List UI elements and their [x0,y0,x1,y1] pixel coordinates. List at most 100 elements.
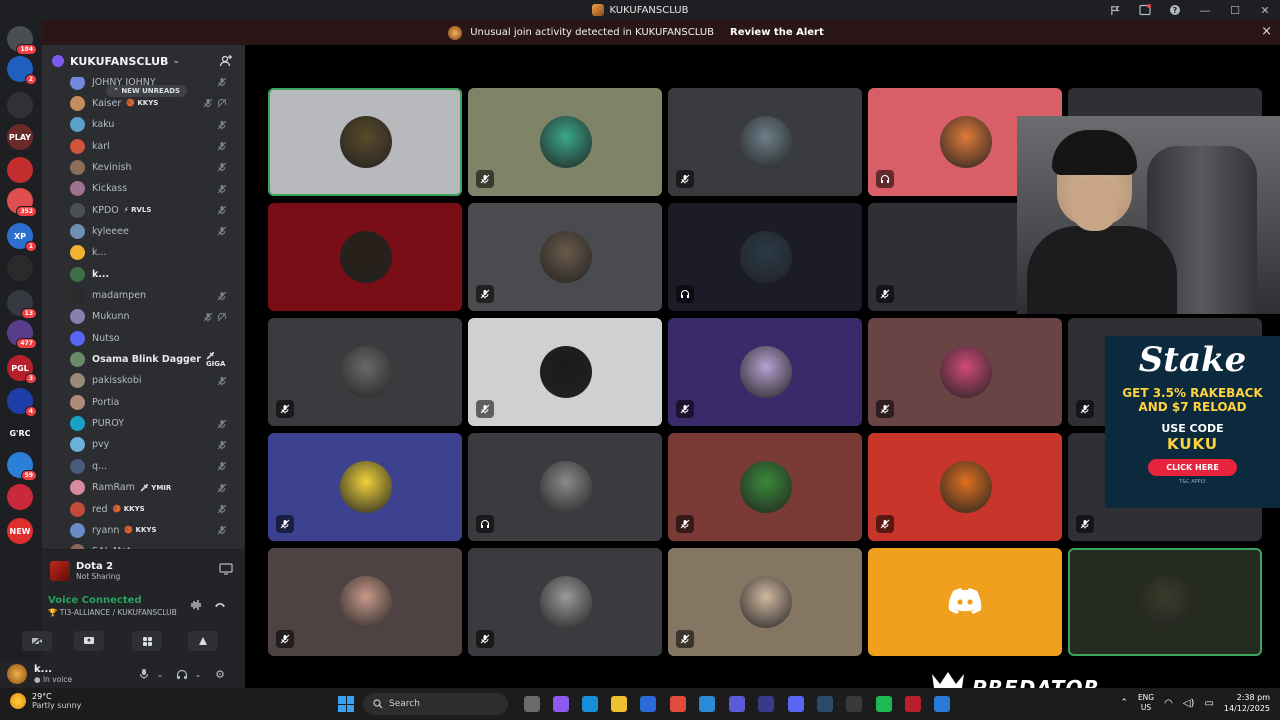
language-indicator[interactable]: ENG US [1138,693,1154,713]
server-rail-item[interactable]: PLAY [7,124,33,150]
disconnect-icon[interactable] [214,599,226,611]
wifi-icon[interactable]: ◠ [1164,698,1173,709]
soundboard-button[interactable] [188,631,218,651]
ad-click-button[interactable]: CLICK HERE [1148,459,1237,476]
participant-tile[interactable] [868,433,1062,541]
vpn-icon[interactable] [846,696,862,712]
participant-tile[interactable] [468,88,662,196]
voice-member-row[interactable]: pvy [70,435,235,455]
gear-icon[interactable]: ⚙ [212,666,228,682]
new-unreads-pill[interactable]: ⌃ NEW UNREADS [106,85,188,97]
voice-member-row[interactable]: KPDO ⚡ RVLS [70,200,235,220]
participant-tile[interactable] [868,318,1062,426]
voice-member-row[interactable]: Nutso [70,328,235,348]
participant-tile[interactable] [268,203,462,311]
mail-icon[interactable] [699,696,715,712]
server-rail-item[interactable]: 2 [7,56,37,85]
voice-member-row[interactable]: q... [70,456,235,476]
participant-tile[interactable] [668,318,862,426]
store-icon[interactable] [640,696,656,712]
server-rail-item[interactable] [7,255,33,281]
camera-off-button[interactable] [22,631,52,651]
voice-member-row[interactable]: Kevinish [70,157,235,177]
voice-member-row[interactable]: kaku [70,115,235,135]
server-rail-item[interactable]: G'RC [7,420,33,446]
participant-tile[interactable] [268,88,462,196]
notes-icon[interactable] [934,696,950,712]
screen-share-button[interactable] [74,631,104,651]
activities-button[interactable] [132,631,162,651]
participant-tile[interactable] [668,88,862,196]
server-rail-item[interactable]: 352 [7,188,37,217]
battery-icon[interactable]: ▭ [1204,698,1213,709]
participant-tile[interactable] [668,548,862,656]
server-rail-item[interactable]: PGL 3 [7,355,37,384]
task-view-icon[interactable] [524,696,540,712]
spotify-icon[interactable] [876,696,892,712]
edge-icon[interactable] [582,696,598,712]
participant-tile[interactable] [268,548,462,656]
volume-icon[interactable]: ◁) [1183,698,1195,709]
share-screen-icon[interactable] [219,563,233,575]
app-icon[interactable] [758,696,774,712]
voice-member-row[interactable]: k... [70,243,235,263]
inbox-icon[interactable] [1130,0,1160,20]
participant-tile[interactable] [468,433,662,541]
weather-widget[interactable]: 29°C Partly sunny [10,692,81,710]
review-alert-button[interactable]: Review the Alert [722,24,832,41]
voice-member-row[interactable]: red 🏀 KKYS [70,499,235,519]
alert-close-icon[interactable]: × [1261,24,1272,39]
dota-taskbar-icon[interactable] [905,696,921,712]
server-rail-item[interactable]: 59 [7,452,37,481]
server-header[interactable]: KUKUFANSCLUB ⌄ [42,45,245,77]
participant-tile[interactable] [1068,548,1262,656]
minimize-icon[interactable]: — [1190,0,1220,20]
participant-tile[interactable] [268,433,462,541]
windows-start-icon[interactable] [338,696,354,712]
audio-options-chevron-icon[interactable]: ⌄ [190,666,206,682]
participant-tile[interactable] [668,433,862,541]
voice-member-row[interactable]: PUROY [70,414,235,434]
maximize-icon[interactable]: ☐ [1220,0,1250,20]
participant-tile[interactable] [668,203,862,311]
file-explorer-icon[interactable] [611,696,627,712]
help-icon[interactable]: ? [1160,0,1190,20]
voice-member-row[interactable]: RamRam 🗡 YMIR [70,478,235,498]
discord-taskbar-icon[interactable] [788,696,804,712]
tray-overflow-icon[interactable]: ⌃ [1120,698,1128,708]
voice-member-row[interactable]: karl [70,136,235,156]
server-rail-item[interactable]: XP 1 [7,223,37,252]
steam-icon[interactable] [817,696,833,712]
voice-member-row[interactable]: kyleeee [70,221,235,241]
voice-member-row[interactable]: Portia [70,392,235,412]
mic-options-chevron-icon[interactable]: ⌄ [152,666,168,682]
voice-status[interactable]: Voice Connected [48,595,142,606]
server-rail-item[interactable]: 13 [7,290,37,319]
close-window-icon[interactable]: ✕ [1250,0,1280,20]
voice-member-row[interactable]: pakisskobi [70,371,235,391]
headphones-icon[interactable] [174,666,190,682]
taskbar-search[interactable]: Search [363,693,508,715]
voice-member-row[interactable]: k... [70,264,235,284]
server-rail-item[interactable]: NEW [7,518,33,544]
voice-member-row[interactable]: SAL Mat [70,542,235,549]
server-rail-item[interactable] [7,157,33,183]
voice-waveform-icon[interactable] [190,599,202,611]
server-rail-item[interactable] [7,484,33,510]
server-rail-item[interactable]: 4 [7,388,37,417]
voice-member-row[interactable]: ryann 🏀 KKYS [70,520,235,540]
participant-tile[interactable] [868,548,1062,656]
add-member-icon[interactable] [219,54,233,68]
participant-tile[interactable] [268,318,462,426]
voice-member-row[interactable]: madampen [70,286,235,306]
voice-member-row[interactable]: Mukunn [70,307,235,327]
participant-tile[interactable] [468,318,662,426]
self-avatar[interactable] [7,664,27,684]
clock[interactable]: 2:38 pm 14/12/2025 [1224,692,1270,714]
teams-icon[interactable] [729,696,745,712]
server-rail-item[interactable] [7,92,33,118]
copilot-icon[interactable] [553,696,569,712]
voice-channel[interactable]: 🏆 TI3-ALLIANCE / KUKUFANSCLUB [48,608,177,617]
server-rail-item[interactable]: 184 [7,26,37,55]
participant-tile[interactable] [468,203,662,311]
